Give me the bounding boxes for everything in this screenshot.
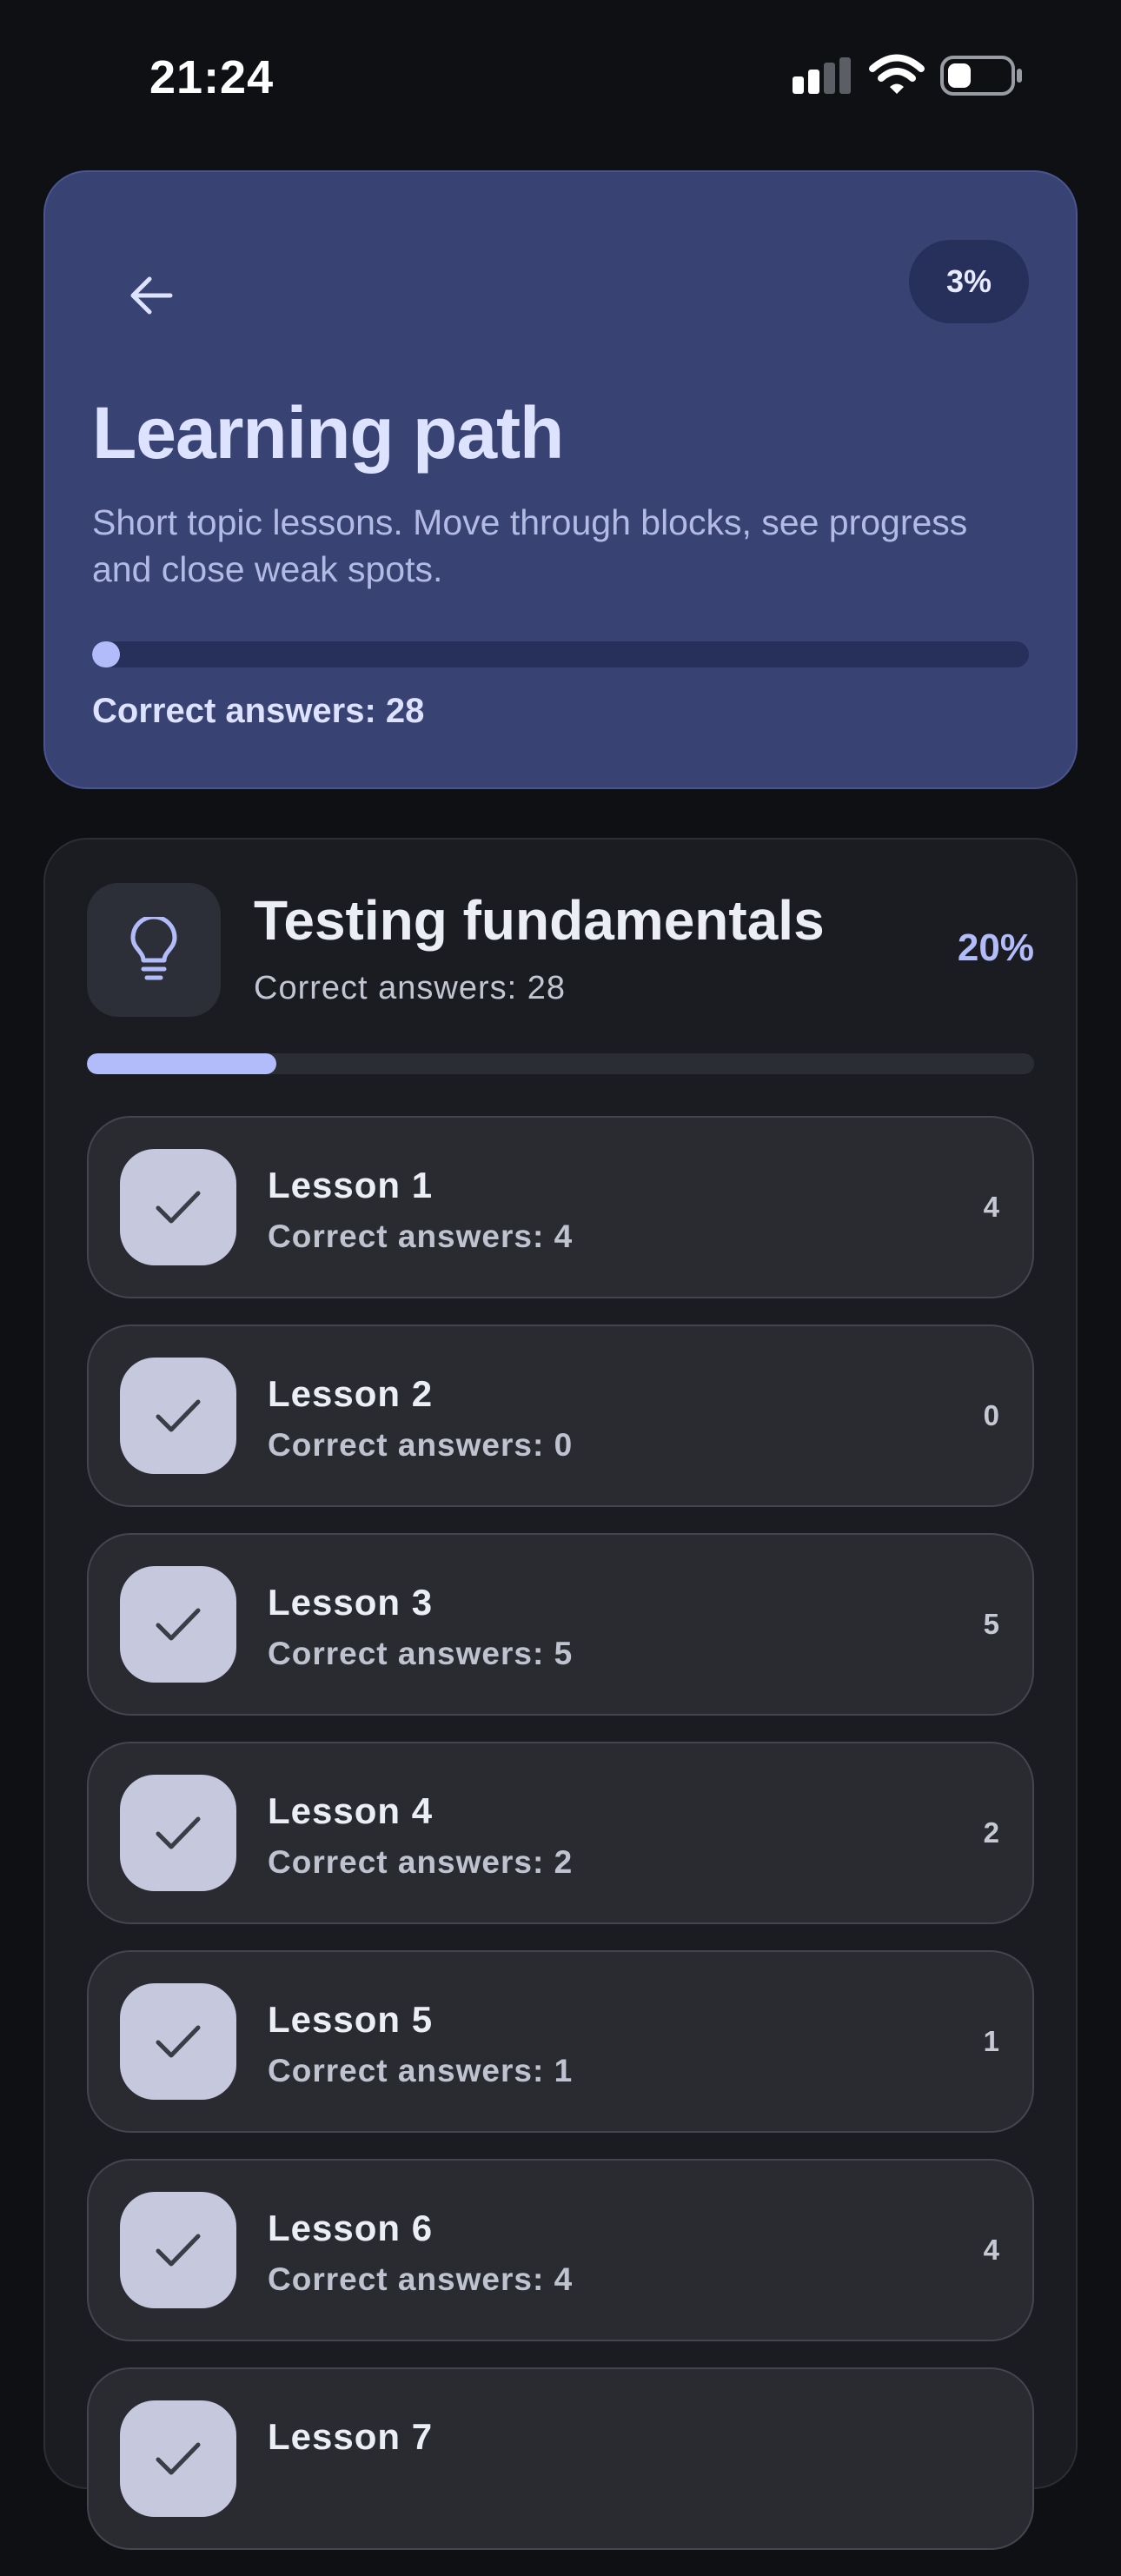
lesson-item-1[interactable]: Lesson 1 Correct answers: 4 4 [87,1116,1034,1298]
lesson-check-box [120,1983,236,2100]
overall-progress-bar [92,641,1029,667]
section-progress-percent: 20% [957,926,1034,969]
back-button[interactable] [106,250,196,341]
lesson-item-5[interactable]: Lesson 5 Correct answers: 1 1 [87,1950,1034,2133]
page-title: Learning path [92,392,564,474]
lesson-score: 0 [983,1399,999,1431]
lesson-name: Lesson 1 [268,1165,434,1205]
lesson-score: 5 [983,1608,999,1640]
status-time: 21:24 [149,51,275,103]
checkmark-icon [156,2442,201,2475]
lesson-correct-answers: Correct answers: 5 [268,1636,574,1671]
lesson-correct-answers: Correct answers: 1 [268,2053,574,2088]
lesson-check-box [120,1775,236,1891]
checkmark-icon [156,1816,201,1849]
overall-progress-fill [92,641,121,667]
checkmark-icon [156,2025,201,2058]
lesson-correct-answers: Correct answers: 4 [268,1218,574,1254]
lesson-item-7[interactable]: Lesson 7 [87,2367,1034,2550]
checkmark-icon [156,1191,201,1224]
lesson-name: Lesson 2 [268,1373,434,1414]
lesson-score: 2 [983,1816,999,1849]
overall-correct-answers: Correct answers: 28 [92,692,425,730]
lesson-list: Lesson 1 Correct answers: 4 4 Lesson 2 C… [87,1116,1034,2576]
page-subtitle: Short topic lessons. Move through blocks… [92,502,968,589]
checkmark-icon [156,1608,201,1641]
wifi-icon [869,54,925,94]
lesson-check-box [120,1358,236,1474]
arrow-left-icon [130,276,173,315]
lesson-score: 1 [983,2025,999,2057]
lesson-check-box [120,1566,236,1683]
lesson-check-box [120,1149,236,1265]
overall-progress-badge: 3% [909,240,1029,323]
section-title: Testing fundamentals [254,889,825,952]
lesson-correct-answers: Correct answers: 2 [268,1844,574,1880]
lesson-correct-answers: Correct answers: 4 [268,2261,574,2297]
cellular-signal-icon [793,57,851,94]
checkmark-icon [156,2234,201,2267]
section-icon-box [87,883,221,1017]
lesson-name: Lesson 7 [268,2416,434,2457]
lesson-name: Lesson 4 [268,1790,434,1831]
lesson-name: Lesson 5 [268,1999,434,2040]
lesson-name: Lesson 3 [268,1582,434,1623]
lightbulb-icon [130,917,177,980]
lesson-correct-answers: Correct answers: 0 [268,1427,574,1463]
section-correct-answers: Correct answers: 28 [254,970,567,1006]
section-progress-fill [87,1053,276,1074]
lesson-score: 4 [983,1191,999,1223]
lesson-item-6[interactable]: Lesson 6 Correct answers: 4 4 [87,2159,1034,2341]
battery-icon [940,56,1022,96]
lesson-item-2[interactable]: Lesson 2 Correct answers: 0 0 [87,1325,1034,1507]
lesson-check-box [120,2400,236,2517]
lesson-score: 4 [983,2234,999,2266]
lesson-item-3[interactable]: Lesson 3 Correct answers: 5 5 [87,1533,1034,1716]
checkmark-icon [156,1399,201,1432]
section-progress-bar [87,1053,1034,1074]
lesson-name: Lesson 6 [268,2208,434,2248]
lesson-item-4[interactable]: Lesson 4 Correct answers: 2 2 [87,1742,1034,1924]
lesson-check-box [120,2192,236,2308]
status-bar: 21:24 [0,0,1121,156]
